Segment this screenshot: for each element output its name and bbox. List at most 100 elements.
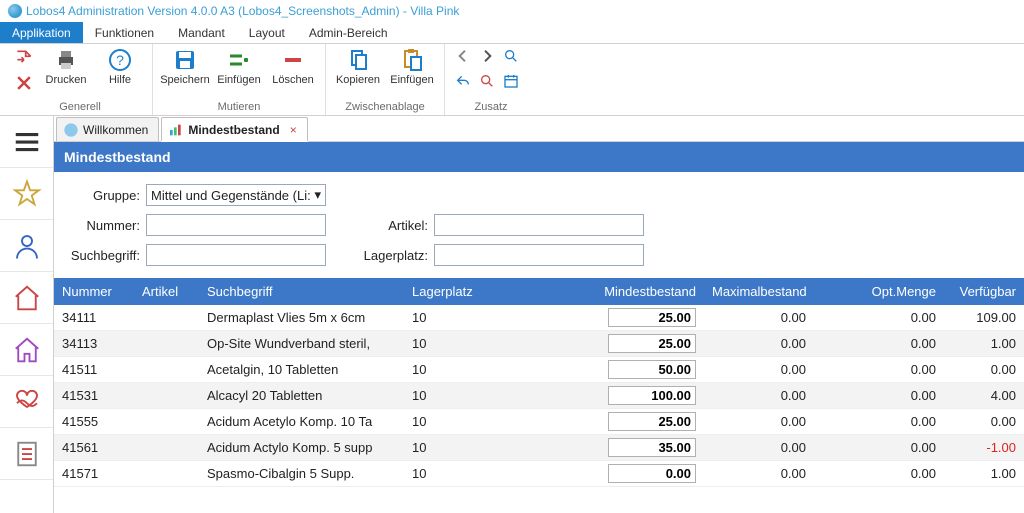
- sidebar-favorites-button[interactable]: [0, 168, 53, 220]
- tab-strip: Willkommen Mindestbestand ×: [54, 116, 1024, 142]
- col-mindestbestand[interactable]: Mindestbestand: [594, 278, 704, 305]
- col-nummer[interactable]: Nummer: [54, 278, 134, 305]
- cell-opt: 0.00: [814, 435, 944, 461]
- menu-bar: Applikation Funktionen Mandant Layout Ad…: [0, 22, 1024, 44]
- cell-suchbegriff: Dermaplast Vlies 5m x 6cm: [199, 305, 404, 331]
- gruppe-select[interactable]: Mittel und Gegenstände (Li: ▾: [146, 184, 326, 206]
- menu-admin-bereich[interactable]: Admin-Bereich: [297, 22, 400, 43]
- cell-artikel: [134, 357, 199, 383]
- menu-layout[interactable]: Layout: [237, 22, 297, 43]
- cell-verf: 109.00: [944, 305, 1024, 331]
- tab-mindestbestand[interactable]: Mindestbestand ×: [161, 117, 307, 141]
- export-icon[interactable]: [14, 48, 34, 68]
- table-row[interactable]: 34113Op-Site Wundverband steril,100.000.…: [54, 331, 1024, 357]
- cell-max: 0.00: [704, 305, 814, 331]
- ribbon-group-mutieren: Speichern Einfügen Löschen Mutieren: [153, 44, 326, 115]
- undo-icon[interactable]: [455, 73, 471, 92]
- cell-max: 0.00: [704, 435, 814, 461]
- menu-mandant[interactable]: Mandant: [166, 22, 237, 43]
- cell-verf: 1.00: [944, 331, 1024, 357]
- sidebar-document-button[interactable]: [0, 428, 53, 480]
- cell-opt: 0.00: [814, 305, 944, 331]
- table-row[interactable]: 34111Dermaplast Vlies 5m x 6cm100.000.00…: [54, 305, 1024, 331]
- suchbegriff-input[interactable]: [146, 244, 326, 266]
- panel-header: Mindestbestand: [54, 142, 1024, 172]
- lagerplatz-input[interactable]: [434, 244, 644, 266]
- data-table: Nummer Artikel Suchbegriff Lagerplatz Mi…: [54, 278, 1024, 487]
- app-icon: [8, 4, 22, 18]
- zoom-icon[interactable]: [503, 48, 519, 67]
- table-row[interactable]: 41561Acidum Actylo Komp. 5 supp100.000.0…: [54, 435, 1024, 461]
- col-verfuegbar[interactable]: Verfügbar: [944, 278, 1024, 305]
- min-input[interactable]: [608, 438, 696, 457]
- table-row[interactable]: 41571Spasmo-Cibalgin 5 Supp.100.000.001.…: [54, 461, 1024, 487]
- ribbon-export-cancel: [14, 46, 34, 94]
- sidebar-user-button[interactable]: [0, 220, 53, 272]
- cell-opt: 0.00: [814, 461, 944, 487]
- min-input[interactable]: [608, 464, 696, 483]
- print-button[interactable]: Drucken: [40, 46, 92, 100]
- artikel-input[interactable]: [434, 214, 644, 236]
- cell-suchbegriff: Acidum Acetylo Komp. 10 Ta: [199, 409, 404, 435]
- ribbon-group-label-mutieren: Mutieren: [159, 100, 319, 115]
- cell-suchbegriff: Acetalgin, 10 Tabletten: [199, 357, 404, 383]
- cell-artikel: [134, 305, 199, 331]
- tab-label-willkommen: Willkommen: [83, 123, 148, 137]
- sidebar-care-button[interactable]: [0, 376, 53, 428]
- min-input[interactable]: [608, 386, 696, 405]
- insert-button[interactable]: Einfügen: [213, 46, 265, 100]
- col-lagerplatz[interactable]: Lagerplatz: [404, 278, 594, 305]
- sidebar-building-button[interactable]: [0, 324, 53, 376]
- menu-funktionen[interactable]: Funktionen: [83, 22, 166, 43]
- min-input[interactable]: [608, 360, 696, 379]
- cell-lagerplatz: 10: [404, 357, 594, 383]
- help-label: Hilfe: [109, 74, 131, 86]
- cell-min: [594, 461, 704, 487]
- zoom2-icon[interactable]: [479, 73, 495, 92]
- col-optmenge[interactable]: Opt.Menge: [814, 278, 944, 305]
- cell-verf: 0.00: [944, 409, 1024, 435]
- cell-lagerplatz: 10: [404, 435, 594, 461]
- help-button[interactable]: ? Hilfe: [94, 46, 146, 100]
- close-icon[interactable]: [14, 73, 34, 93]
- cell-max: 0.00: [704, 409, 814, 435]
- min-input[interactable]: [608, 412, 696, 431]
- col-artikel[interactable]: Artikel: [134, 278, 199, 305]
- cell-lagerplatz: 10: [404, 461, 594, 487]
- insert-label: Einfügen: [217, 74, 260, 86]
- nav-prev-icon[interactable]: [455, 48, 471, 67]
- table-row[interactable]: 41511Acetalgin, 10 Tabletten100.000.000.…: [54, 357, 1024, 383]
- paste-label: Einfügen: [390, 74, 433, 86]
- cell-artikel: [134, 409, 199, 435]
- table-row[interactable]: 41555Acidum Acetylo Komp. 10 Ta100.000.0…: [54, 409, 1024, 435]
- cell-lagerplatz: 10: [404, 383, 594, 409]
- cell-min: [594, 305, 704, 331]
- calendar-icon[interactable]: [503, 73, 519, 92]
- col-suchbegriff[interactable]: Suchbegriff: [199, 278, 404, 305]
- sidebar-home-button[interactable]: [0, 272, 53, 324]
- save-icon: [173, 48, 197, 72]
- table-row[interactable]: 41531Alcacyl 20 Tabletten100.000.004.00: [54, 383, 1024, 409]
- ribbon-group-generell: Drucken ? Hilfe Generell: [8, 44, 153, 115]
- svg-text:?: ?: [116, 52, 124, 68]
- copy-button[interactable]: Kopieren: [332, 46, 384, 100]
- save-button[interactable]: Speichern: [159, 46, 211, 100]
- delete-button[interactable]: Löschen: [267, 46, 319, 100]
- nummer-input[interactable]: [146, 214, 326, 236]
- table-body: 34111Dermaplast Vlies 5m x 6cm100.000.00…: [54, 305, 1024, 487]
- min-input[interactable]: [608, 334, 696, 353]
- min-input[interactable]: [608, 308, 696, 327]
- lagerplatz-label: Lagerplatz:: [330, 248, 430, 263]
- nav-next-icon[interactable]: [479, 48, 495, 67]
- menu-applikation[interactable]: Applikation: [0, 22, 83, 43]
- tab-willkommen[interactable]: Willkommen: [56, 117, 159, 141]
- col-maximalbestand[interactable]: Maximalbestand: [704, 278, 814, 305]
- sidebar-menu-button[interactable]: [0, 116, 53, 168]
- paste-button[interactable]: Einfügen: [386, 46, 438, 100]
- tab-close-icon[interactable]: ×: [290, 123, 297, 137]
- cell-nummer: 34111: [54, 305, 134, 331]
- insert-icon: [227, 48, 251, 72]
- cell-opt: 0.00: [814, 383, 944, 409]
- cell-max: 0.00: [704, 331, 814, 357]
- cell-artikel: [134, 383, 199, 409]
